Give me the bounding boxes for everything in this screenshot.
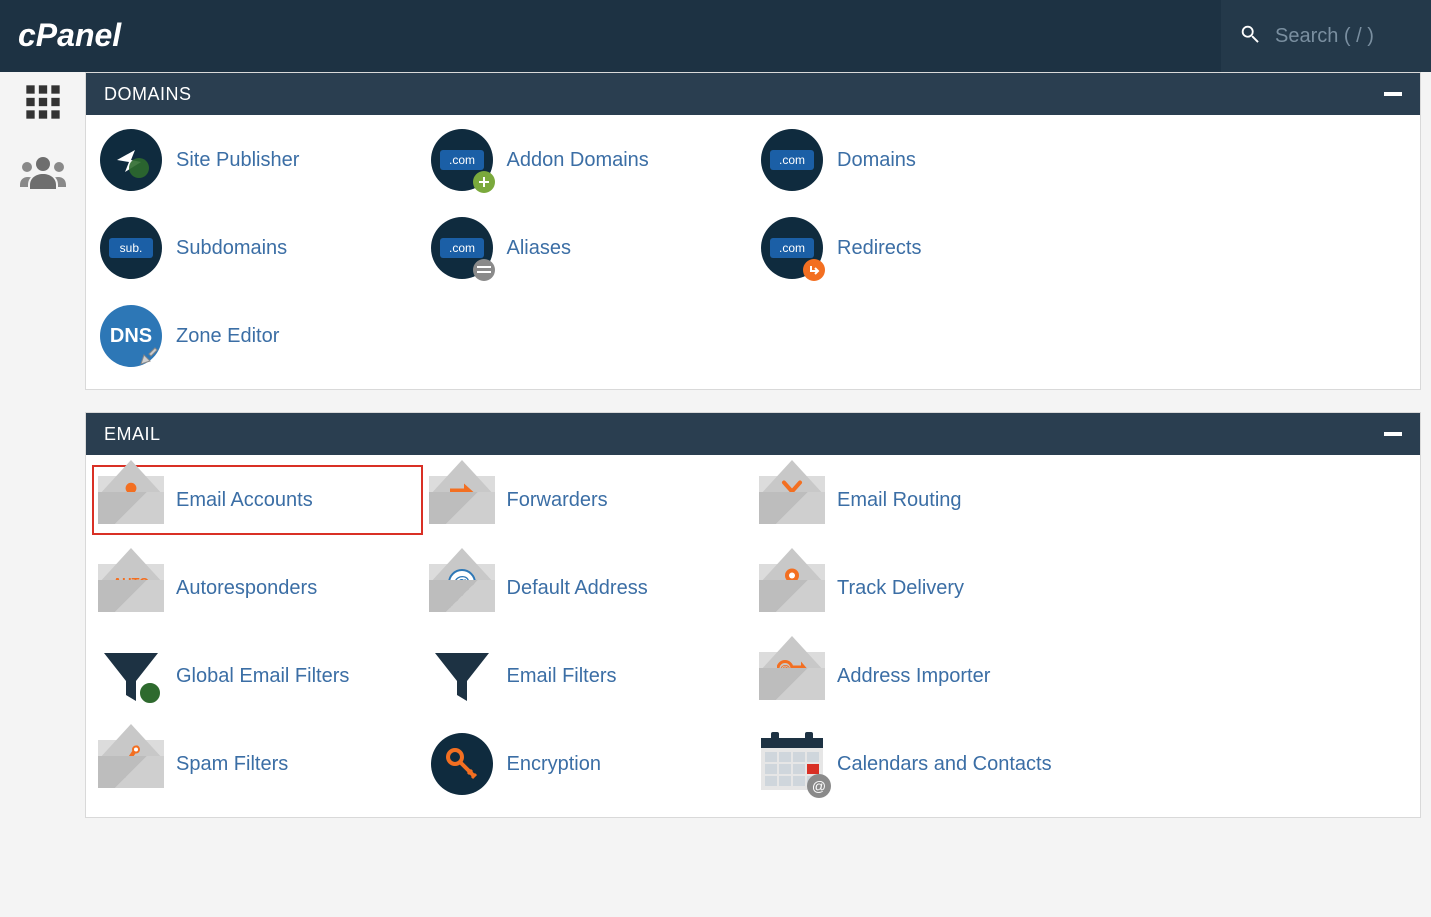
zone-editor-icon: DNS — [98, 307, 164, 365]
svg-text:.com: .com — [779, 241, 805, 255]
item-label: Global Email Filters — [176, 665, 349, 688]
item-track-delivery[interactable]: Track Delivery — [759, 559, 1078, 617]
item-label: Aliases — [507, 237, 571, 260]
redirects-icon: .com — [759, 219, 825, 277]
item-spam-filters[interactable]: Spam Filters — [98, 735, 417, 793]
panel-header-email[interactable]: EMAIL — [86, 413, 1420, 455]
item-label: Site Publisher — [176, 149, 299, 172]
item-label: Email Routing — [837, 489, 962, 512]
item-autoresponders[interactable]: AUTO Autoresponders — [98, 559, 417, 617]
aliases-icon: .com — [429, 219, 495, 277]
panel-email: EMAIL Email — [85, 412, 1421, 818]
svg-text:cPanel: cPanel — [18, 17, 122, 53]
collapse-icon[interactable] — [1384, 432, 1402, 436]
search-container[interactable] — [1221, 0, 1431, 72]
item-label: Autoresponders — [176, 577, 317, 600]
item-label: Track Delivery — [837, 577, 964, 600]
email-filters-icon — [429, 647, 495, 705]
encryption-icon — [429, 735, 495, 793]
item-addon-domains[interactable]: .com Addon Domains — [429, 131, 748, 189]
svg-text:.com: .com — [779, 153, 805, 167]
item-label: Encryption — [507, 753, 602, 776]
item-label: Subdomains — [176, 237, 287, 260]
sidebar — [0, 72, 85, 840]
panel-header-domains[interactable]: DOMAINS — [86, 73, 1420, 115]
item-label: Redirects — [837, 237, 921, 260]
item-forwarders[interactable]: Forwarders — [429, 471, 748, 529]
search-icon — [1239, 23, 1261, 50]
item-label: Calendars and Contacts — [837, 753, 1052, 776]
item-subdomains[interactable]: sub. Subdomains — [98, 219, 417, 277]
panel-title: DOMAINS — [104, 84, 192, 105]
item-label: Addon Domains — [507, 149, 649, 172]
item-label: Address Importer — [837, 665, 990, 688]
item-zone-editor[interactable]: DNS Zone Editor — [98, 307, 417, 365]
item-email-accounts[interactable]: Email Accounts — [98, 471, 417, 529]
sidebar-users-icon[interactable] — [20, 155, 66, 194]
svg-text:sub.: sub. — [120, 241, 143, 255]
cpanel-logo: cPanel — [18, 16, 168, 56]
item-label: Forwarders — [507, 489, 608, 512]
item-label: Domains — [837, 149, 916, 172]
global-email-filters-icon — [98, 647, 164, 705]
item-label: Spam Filters — [176, 753, 288, 776]
item-email-routing[interactable]: Email Routing — [759, 471, 1078, 529]
panel-title: EMAIL — [104, 424, 161, 445]
forwarders-icon — [429, 471, 495, 529]
item-default-address[interactable]: @ Default Address — [429, 559, 748, 617]
search-input[interactable] — [1275, 25, 1405, 48]
item-domains[interactable]: .com Domains — [759, 131, 1078, 189]
item-calendars-contacts[interactable]: @ Calendars and Contacts — [759, 735, 1078, 793]
site-publisher-icon — [98, 131, 164, 189]
collapse-icon[interactable] — [1384, 92, 1402, 96]
item-encryption[interactable]: Encryption — [429, 735, 748, 793]
svg-text:.com: .com — [448, 153, 474, 167]
item-label: Email Accounts — [176, 489, 313, 512]
spam-filters-icon — [98, 735, 164, 793]
item-aliases[interactable]: .com Aliases — [429, 219, 748, 277]
subdomains-icon: sub. — [98, 219, 164, 277]
panel-body-email: Email Accounts Forwarders — [86, 455, 1420, 817]
item-address-importer[interactable]: @ Address Importer — [759, 647, 1078, 705]
autoresponders-icon: AUTO — [98, 559, 164, 617]
app-header: cPanel — [0, 0, 1431, 72]
item-email-filters[interactable]: Email Filters — [429, 647, 748, 705]
panel-body-domains: Site Publisher .com Addon Domains — [86, 115, 1420, 389]
panel-domains: DOMAINS — [85, 72, 1421, 390]
sidebar-home-icon[interactable] — [23, 82, 63, 127]
addon-domains-icon: .com — [429, 131, 495, 189]
default-address-icon: @ — [429, 559, 495, 617]
item-label: Default Address — [507, 577, 648, 600]
domains-icon: .com — [759, 131, 825, 189]
track-delivery-icon — [759, 559, 825, 617]
item-redirects[interactable]: .com Redirects — [759, 219, 1078, 277]
email-accounts-icon — [98, 471, 164, 529]
item-site-publisher[interactable]: Site Publisher — [98, 131, 417, 189]
email-routing-icon — [759, 471, 825, 529]
calendars-contacts-icon: @ — [759, 735, 825, 793]
item-global-email-filters[interactable]: Global Email Filters — [98, 647, 417, 705]
svg-text:.com: .com — [448, 241, 474, 255]
content-area: DOMAINS — [85, 72, 1431, 840]
item-label: Email Filters — [507, 665, 617, 688]
item-label: Zone Editor — [176, 325, 279, 348]
address-importer-icon: @ — [759, 647, 825, 705]
